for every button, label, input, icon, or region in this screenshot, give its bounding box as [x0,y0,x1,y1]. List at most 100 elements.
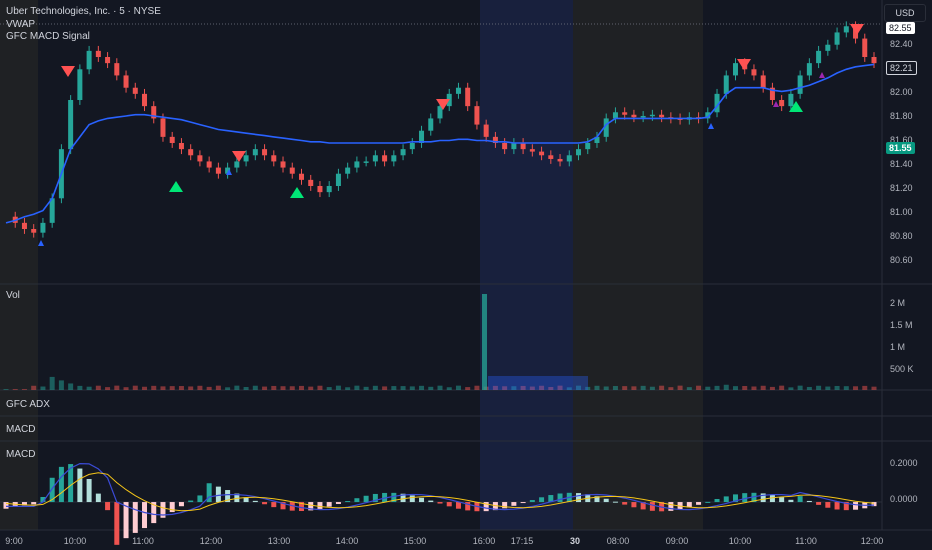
volume-bar [742,386,748,390]
candle-body [622,112,628,115]
currency-button[interactable]: USD [884,4,926,22]
candle-body [206,161,212,168]
volume-pane-title[interactable]: Vol [6,290,20,301]
time-tick: 9:00 [5,536,23,546]
sell-signal-icon [850,24,864,35]
macd-histogram-bar [742,493,748,503]
volume-tick: 500 K [890,364,914,374]
volume-bar [779,385,785,390]
candle-body [77,69,83,100]
macd-histogram-bar [3,502,9,509]
macd-histogram-bar [105,502,111,511]
volume-bar [326,387,332,390]
candle-body [612,112,618,119]
macd-histogram-bar [188,500,194,503]
macd-histogram-bar [437,502,443,504]
time-tick: 17:15 [510,536,534,546]
volume-tick: 1.5 M [890,320,913,330]
volume-bar [105,387,111,390]
volume-bar [262,386,268,390]
chart-canvas[interactable] [0,0,932,550]
candle-body [95,50,101,57]
adx-pane-title[interactable]: GFC ADX [6,399,50,410]
volume-bar [280,386,286,390]
candle-body [31,229,37,233]
time-tick: 10:00 [728,536,752,546]
small-signal-icon [819,72,825,78]
macd-histogram-bar [271,502,277,508]
macd-histogram-bar [649,502,655,511]
macd-histogram-bar [806,500,812,503]
volume-bar [409,386,415,390]
volume-bar [825,386,831,390]
macd-histogram-bar [779,497,785,503]
macd-histogram-bar [142,502,148,529]
candle-body [252,149,258,156]
candle-body [215,167,221,174]
candle-body [188,149,194,156]
afterhours-volume-block [488,376,588,390]
candle-body [354,161,360,168]
volume-bar [391,386,397,390]
volume-bar [686,387,692,390]
macd-histogram-bar [520,502,526,504]
candle-body [428,118,434,131]
candle-body [539,151,545,156]
time-tick: 11:00 [795,536,817,546]
macd-histogram-bar [705,501,711,503]
volume-bar [400,386,406,390]
volume-bar [612,386,618,390]
volume-bar [382,386,388,390]
symbol-title[interactable]: Uber Technologies, Inc. · 5 · NYSE [6,6,161,17]
price-tick: 81.40 [890,159,913,169]
volume-bar [603,386,609,390]
vwap-indicator-label[interactable]: VWAP [6,19,35,30]
macd-histogram-bar [631,502,637,508]
small-buy-signal-icon [708,123,714,129]
macd-histogram-bar [262,502,268,505]
volume-bar [31,385,37,390]
candle-body [142,93,148,107]
candle-body [21,222,27,229]
volume-bar [206,386,212,390]
time-tick: 08:00 [606,536,630,546]
macd-histogram-bar [696,502,702,505]
candle-body [40,222,46,233]
candle-body [114,63,120,76]
candle-body [326,186,332,193]
volume-bar [95,385,101,390]
candle-body [123,75,129,88]
candle-body [871,57,877,64]
volume-bar [677,385,683,390]
macd-tick: 0.0000 [890,494,918,504]
candle-body [400,149,406,156]
macd-histogram-bar [419,497,425,503]
macd-histogram-bar [612,501,618,503]
macd-histogram-bar [326,502,332,507]
time-tick: 15:00 [403,536,427,546]
macd-histogram-bar [714,498,720,503]
volume-bar [123,387,129,390]
time-tick: 16:00 [472,536,496,546]
volume-bar [714,385,720,390]
volume-bar [178,386,184,390]
macd-histogram-bar [169,502,175,513]
volume-bar [12,389,18,390]
volume-bar [622,386,628,390]
macd-histogram-bar [539,497,545,503]
candle-body [816,50,822,64]
macd-pane-title-2[interactable]: MACD [6,449,35,460]
volume-bar [243,387,249,390]
volume-bar [705,386,711,390]
postmarket-shade [480,0,573,530]
volume-bar [335,385,341,390]
volume-bar [640,385,646,390]
volume-bar [151,385,157,390]
candle-body [409,143,415,150]
macd-histogram-bar [95,493,101,503]
macd-pane-title[interactable]: MACD [6,424,35,435]
volume-bar [68,383,74,390]
candle-body [576,149,582,156]
volume-bar [77,385,83,390]
macd-signal-indicator-label[interactable]: GFC MACD Signal [6,31,90,42]
